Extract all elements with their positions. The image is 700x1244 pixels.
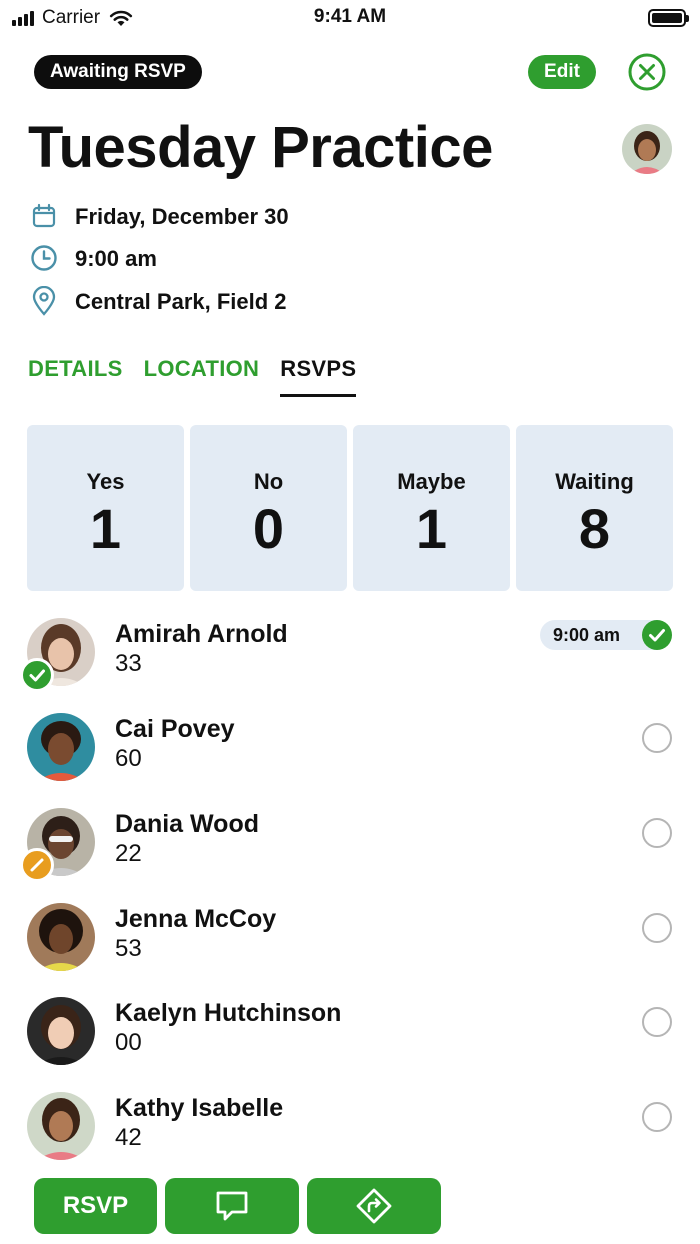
event-date: Friday, December 30 bbox=[75, 204, 289, 229]
player-number: 60 bbox=[115, 745, 142, 772]
rsvp-check-badge[interactable] bbox=[642, 620, 672, 650]
player-number: 42 bbox=[115, 1124, 142, 1151]
close-circle-icon bbox=[628, 53, 666, 91]
tab-details[interactable]: DETAILS bbox=[28, 356, 123, 397]
page-title: Tuesday Practice bbox=[28, 115, 493, 180]
avatar bbox=[27, 903, 95, 971]
stat-no[interactable]: No 0 bbox=[190, 425, 347, 591]
edit-button[interactable]: Edit bbox=[528, 55, 596, 89]
player-number: 00 bbox=[115, 1029, 142, 1056]
event-time-row: 9:00 am bbox=[30, 244, 157, 272]
status-time: 9:41 AM bbox=[313, 6, 387, 27]
avatar bbox=[27, 1092, 95, 1160]
event-date-row: Friday, December 30 bbox=[30, 202, 289, 230]
stat-label: Maybe bbox=[397, 469, 466, 494]
rsvp-radio[interactable] bbox=[642, 723, 672, 753]
directions-icon bbox=[356, 1188, 392, 1224]
tab-bar: DETAILS LOCATION RSVPS bbox=[28, 356, 377, 397]
host-avatar[interactable] bbox=[622, 124, 672, 174]
yes-status-badge bbox=[20, 658, 54, 692]
player-name: Jenna McCoy bbox=[115, 905, 277, 933]
player-name: Kaelyn Hutchinson bbox=[115, 999, 342, 1027]
directions-button[interactable] bbox=[307, 1178, 441, 1234]
stat-value: 1 bbox=[89, 497, 122, 560]
player-number: 33 bbox=[115, 650, 142, 677]
location-pin-icon bbox=[30, 286, 58, 316]
stat-label: Yes bbox=[86, 469, 125, 494]
player-row[interactable]: Jenna McCoy 53 bbox=[0, 903, 700, 983]
tab-location[interactable]: LOCATION bbox=[144, 356, 260, 397]
player-row[interactable]: Kathy Isabelle 42 bbox=[0, 1092, 700, 1172]
player-row[interactable]: Cai Povey 60 bbox=[0, 713, 700, 793]
stat-yes[interactable]: Yes 1 bbox=[27, 425, 184, 591]
battery-icon bbox=[648, 9, 689, 27]
rsvp-radio[interactable] bbox=[642, 1007, 672, 1037]
stat-value: 1 bbox=[415, 497, 448, 560]
avatar bbox=[27, 713, 95, 781]
rsvp-radio[interactable] bbox=[642, 1102, 672, 1132]
player-name: Amirah Arnold bbox=[115, 620, 288, 648]
close-button[interactable] bbox=[628, 53, 666, 91]
player-number: 22 bbox=[115, 840, 142, 867]
stat-label: Waiting bbox=[555, 469, 634, 494]
player-number: 53 bbox=[115, 935, 142, 962]
rsvp-radio[interactable] bbox=[642, 913, 672, 943]
event-location: Central Park, Field 2 bbox=[75, 289, 287, 314]
player-row[interactable]: Amirah Arnold 33 9:00 am bbox=[0, 618, 700, 698]
event-location-row[interactable]: Central Park, Field 2 bbox=[30, 286, 287, 316]
check-icon bbox=[29, 669, 45, 682]
tab-rsvps[interactable]: RSVPS bbox=[280, 356, 357, 397]
avatar bbox=[27, 997, 95, 1065]
calendar-icon bbox=[30, 202, 58, 230]
stat-waiting[interactable]: Waiting 8 bbox=[516, 425, 673, 591]
player-name: Cai Povey bbox=[115, 715, 235, 743]
stat-label: No bbox=[253, 469, 284, 494]
stat-maybe[interactable]: Maybe 1 bbox=[353, 425, 510, 591]
clock-icon bbox=[30, 244, 58, 272]
player-name: Kathy Isabelle bbox=[115, 1094, 284, 1122]
player-row[interactable]: Kaelyn Hutchinson 00 bbox=[0, 997, 700, 1077]
player-row[interactable]: Dania Wood 22 bbox=[0, 808, 700, 888]
slash-icon bbox=[30, 858, 44, 872]
chat-icon bbox=[216, 1191, 248, 1221]
rsvp-button[interactable]: RSVP bbox=[34, 1178, 157, 1234]
player-name: Dania Wood bbox=[115, 810, 259, 838]
maybe-status-badge bbox=[20, 848, 54, 882]
stat-value: 8 bbox=[578, 497, 611, 560]
rsvp-radio[interactable] bbox=[642, 818, 672, 848]
status-bar: Carrier 9:41 AM bbox=[0, 0, 700, 36]
rsvp-button-label: RSVP bbox=[62, 1192, 129, 1219]
check-icon bbox=[649, 629, 665, 642]
event-time: 9:00 am bbox=[75, 246, 157, 271]
message-button[interactable] bbox=[165, 1178, 299, 1234]
awaiting-rsvp-badge: Awaiting RSVP bbox=[34, 55, 202, 89]
stat-value: 0 bbox=[252, 497, 285, 560]
